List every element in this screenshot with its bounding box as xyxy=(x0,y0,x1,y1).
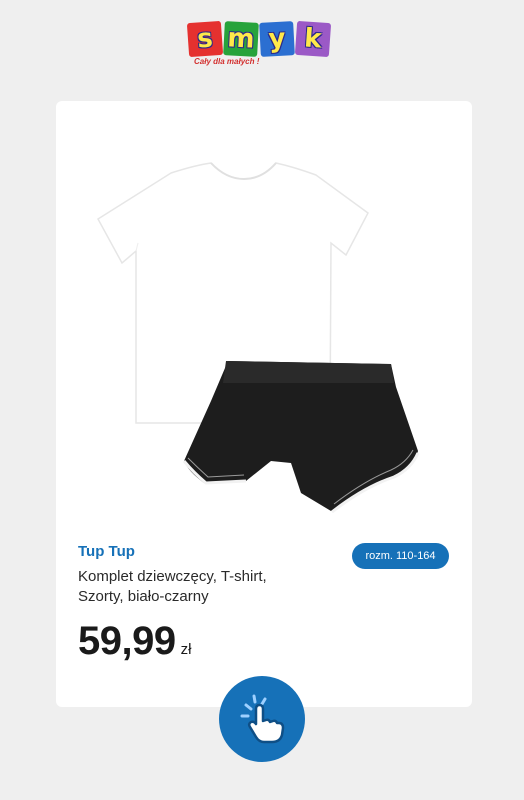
logo-tile-s: s xyxy=(186,20,224,58)
tshirt-shorts-set-image xyxy=(97,162,420,514)
smyk-logo: s m y k Cały dla małych ! xyxy=(186,20,334,74)
click-button[interactable] xyxy=(219,676,305,762)
price-value: 59,99 xyxy=(78,619,176,663)
logo-tagline: Cały dla małych ! xyxy=(194,57,260,66)
price-currency: zł xyxy=(180,641,192,658)
product-image[interactable] xyxy=(76,131,456,521)
size-badge: rozm. 110-164 xyxy=(352,543,449,569)
logo-tile-y: y xyxy=(259,21,295,57)
logo-tile-m: m xyxy=(223,21,259,57)
product-brand[interactable]: Tup Tup xyxy=(78,543,135,560)
product-description[interactable]: Komplet dziewczęcy, T-shirt, Szorty, bia… xyxy=(78,567,308,607)
logo-tile-k: k xyxy=(294,20,332,58)
product-price: 59,99 zł xyxy=(78,619,191,664)
hand-pointer-icon xyxy=(240,694,285,744)
product-card[interactable]: Tup Tup Komplet dziewczęcy, T-shirt, Szo… xyxy=(56,101,472,707)
